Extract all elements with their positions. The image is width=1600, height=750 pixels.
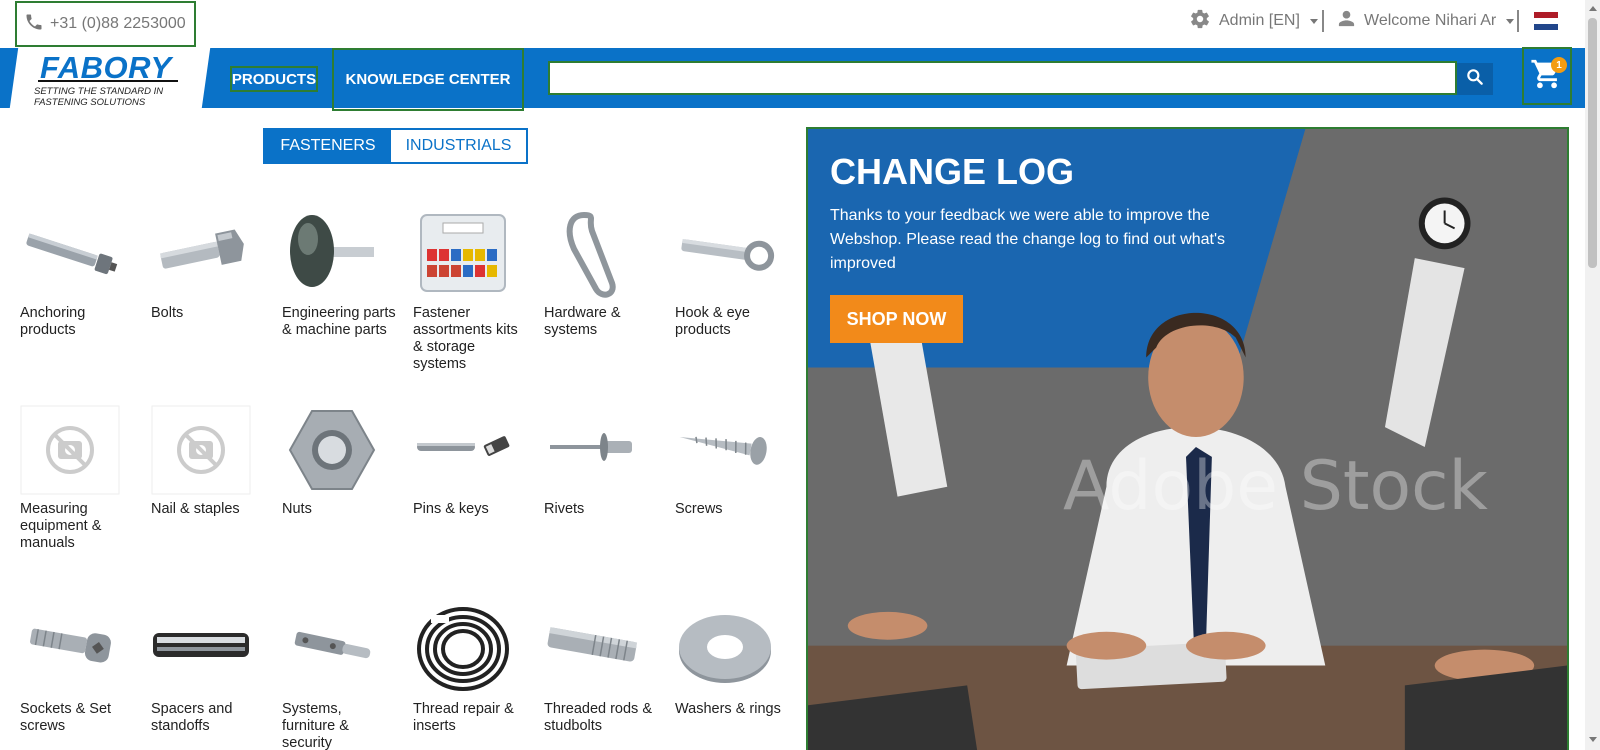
- assortment-box-image: [413, 209, 513, 299]
- netherlands-flag-icon[interactable]: [1534, 12, 1558, 30]
- admin-language-menu[interactable]: Admin [EN]: [1189, 9, 1318, 33]
- caret-down-icon: [1309, 18, 1318, 24]
- divider: [1517, 10, 1519, 32]
- phone-number: +31 (0)88 2253000: [50, 15, 186, 32]
- hex-nut-image: [282, 405, 382, 495]
- tab-fasteners[interactable]: FASTENERS: [265, 130, 391, 162]
- screw-image: [675, 405, 775, 495]
- product-label: Nail & staples: [151, 501, 240, 517]
- search-icon: [1465, 67, 1485, 92]
- product-rivets[interactable]: Rivets: [544, 405, 669, 517]
- product-spacers[interactable]: Spacers and standoffs: [151, 605, 276, 734]
- fabory-logo[interactable]: FABORY SETTING THE STANDARD IN FASTENING…: [0, 48, 211, 108]
- thread-insert-image: [413, 605, 513, 695]
- product-label: Pins & keys: [413, 501, 489, 517]
- product-label: Measuring equipment & manuals: [20, 501, 102, 551]
- anchor-bolt-image: [20, 209, 120, 299]
- eye-bolt-image: [675, 209, 775, 299]
- user-icon: [1337, 9, 1356, 33]
- product-label: Systems, furniture & security: [282, 701, 349, 750]
- phone-link[interactable]: +31 (0)88 2253000: [15, 1, 196, 47]
- latch-image: [282, 605, 382, 695]
- bolt-image: [151, 209, 251, 299]
- scroll-up-arrow-icon[interactable]: [1589, 6, 1597, 11]
- change-log-banner[interactable]: CHANGE LOG Thanks to your feedback we we…: [806, 127, 1569, 750]
- product-threaded-rods[interactable]: Threaded rods & studbolts: [544, 605, 669, 734]
- gear-icon: [1189, 8, 1211, 35]
- divider: [1322, 10, 1324, 32]
- cart-count-badge: 1: [1551, 57, 1567, 73]
- rivet-image: [544, 405, 644, 495]
- product-fastener-assortments[interactable]: Fastener assortments kits & storage syst…: [413, 209, 538, 372]
- banner-title: CHANGE LOG: [830, 151, 1075, 192]
- search-input[interactable]: [550, 63, 1455, 93]
- product-systems-furniture[interactable]: Systems, furniture & security: [282, 605, 407, 750]
- scroll-thumb[interactable]: [1588, 18, 1597, 268]
- product-label: Thread repair & inserts: [413, 701, 514, 734]
- shop-now-button[interactable]: SHOP NOW: [830, 295, 963, 343]
- product-measuring[interactable]: Measuring equipment & manuals: [20, 405, 145, 551]
- product-label: Engineering parts & machine parts: [282, 305, 396, 338]
- product-label: Screws: [675, 501, 723, 517]
- product-bolts[interactable]: Bolts: [151, 209, 276, 321]
- welcome-label: Welcome Nihari Ar: [1364, 12, 1497, 29]
- product-washers[interactable]: Washers & rings: [675, 605, 800, 717]
- product-label: Washers & rings: [675, 701, 781, 717]
- phone-icon: [24, 12, 44, 37]
- search-button[interactable]: [1457, 63, 1493, 95]
- star-knob-image: [282, 209, 382, 299]
- product-label: Hardware & systems: [544, 305, 621, 338]
- product-label: Fastener assortments kits & storage syst…: [413, 305, 518, 372]
- top-bar: +31 (0)88 2253000 Admin [EN] Welcome Nih…: [0, 0, 1585, 48]
- product-label: Spacers and standoffs: [151, 701, 233, 734]
- user-menu[interactable]: Welcome Nihari Ar: [1337, 9, 1515, 33]
- admin-label: Admin [EN]: [1219, 12, 1300, 29]
- catalog-toggle: FASTENERS INDUSTRIALS: [263, 128, 528, 164]
- product-sockets[interactable]: Sockets & Set screws: [20, 605, 145, 734]
- product-nail-staples[interactable]: Nail & staples: [151, 405, 276, 517]
- product-hook-eye[interactable]: Hook & eye products: [675, 209, 800, 338]
- product-engineering-parts[interactable]: Engineering parts & machine parts: [282, 209, 407, 338]
- product-thread-repair[interactable]: Thread repair & inserts: [413, 605, 538, 734]
- product-pins-keys[interactable]: Pins & keys: [413, 405, 538, 517]
- no-image-placeholder-icon: [20, 405, 120, 495]
- tab-industrials[interactable]: INDUSTRIALS: [391, 130, 526, 162]
- product-label: Sockets & Set screws: [20, 701, 112, 734]
- product-label: Anchoring products: [20, 305, 86, 338]
- product-label: Bolts: [151, 305, 184, 321]
- no-image-placeholder-icon: [151, 405, 251, 495]
- product-label: Nuts: [282, 501, 312, 517]
- socket-screw-image: [20, 605, 120, 695]
- stock-watermark: Adobe Stock: [1063, 447, 1488, 526]
- nav-knowledge-center[interactable]: KNOWLEDGE CENTER: [332, 48, 524, 111]
- product-label: Threaded rods & studbolts: [544, 701, 653, 734]
- banner-text: Thanks to your feedback we were able to …: [830, 207, 1226, 272]
- washer-image: [675, 605, 775, 695]
- page: +31 (0)88 2253000 Admin [EN] Welcome Nih…: [0, 0, 1600, 750]
- product-label: Rivets: [544, 501, 585, 517]
- search-box: [548, 61, 1457, 95]
- scroll-down-arrow-icon[interactable]: [1589, 737, 1597, 742]
- nav-products[interactable]: PRODUCTS: [230, 66, 318, 92]
- product-anchoring[interactable]: Anchoring products: [20, 209, 145, 338]
- carabiner-image: [544, 209, 644, 299]
- caret-down-icon: [1506, 18, 1515, 24]
- product-nuts[interactable]: Nuts: [282, 405, 407, 517]
- cart-button[interactable]: 1: [1522, 47, 1572, 105]
- threaded-rod-image: [544, 605, 644, 695]
- spacer-image: [151, 605, 251, 695]
- product-label: Hook & eye products: [675, 305, 750, 338]
- pin-image: [413, 405, 513, 495]
- product-screws[interactable]: Screws: [675, 405, 800, 517]
- page-scrollbar[interactable]: [1585, 0, 1600, 750]
- logo-tagline: SETTING THE STANDARD IN FASTENING SOLUTI…: [34, 86, 164, 108]
- product-hardware[interactable]: Hardware & systems: [544, 209, 669, 338]
